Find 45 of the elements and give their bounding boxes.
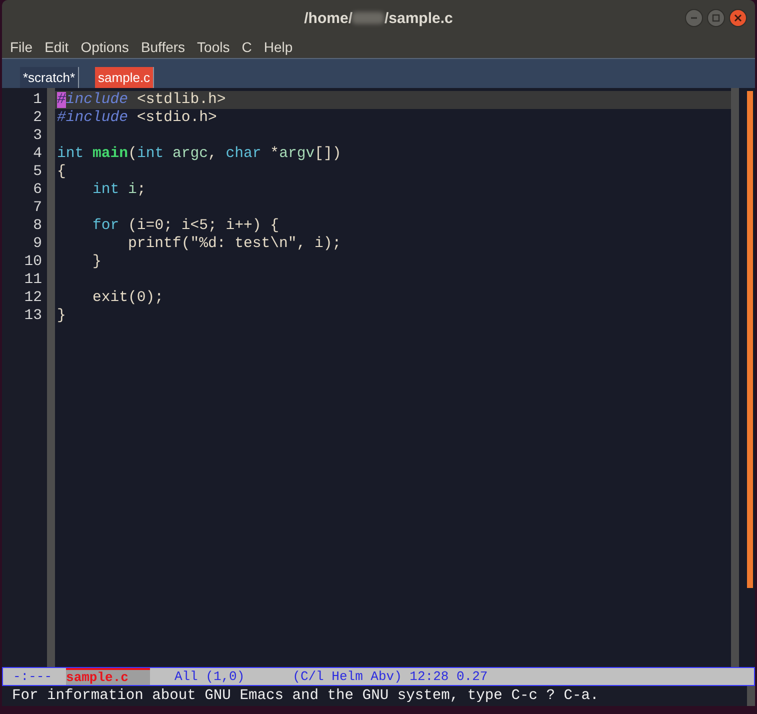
menu-item[interactable]: File	[10, 39, 33, 55]
line-number: 7	[32, 199, 43, 217]
line-number: 11	[23, 271, 43, 289]
menu-item[interactable]: Tools	[197, 39, 230, 55]
code-line: }	[92, 253, 102, 271]
line-number: 3	[32, 127, 43, 145]
close-button[interactable]	[729, 9, 747, 27]
code-line: for (i=0; i<5; i++) {	[92, 217, 280, 235]
minimize-button[interactable]	[685, 9, 703, 27]
buffer-tab[interactable]: sample.c	[95, 67, 154, 88]
cursor-position: All (1,0)	[173, 669, 245, 684]
buffer-tab[interactable]: *scratch*	[20, 67, 80, 88]
scrollbar-thumb[interactable]	[747, 91, 753, 588]
menu-item[interactable]: Options	[80, 39, 129, 55]
code-line: #include <stdio.h>	[56, 109, 218, 127]
code-line: {	[56, 163, 67, 181]
line-number: 4	[32, 145, 43, 163]
buffer-status: -:---	[12, 669, 54, 684]
line-number: 10	[23, 253, 43, 271]
code-line: exit(0);	[92, 289, 165, 307]
close-icon	[734, 14, 742, 22]
line-number: 13	[23, 307, 43, 325]
blurred-username	[352, 12, 384, 24]
window-title: /sample.c	[384, 10, 453, 26]
maximize-button[interactable]	[707, 9, 725, 27]
menu-item[interactable]: Edit	[44, 39, 69, 55]
code-line: }	[56, 307, 67, 325]
menu-item[interactable]: C	[242, 39, 252, 55]
line-number: 2	[32, 109, 43, 127]
line-number: 6	[32, 181, 43, 199]
code-line: int i;	[92, 181, 147, 199]
line-number: 12	[23, 289, 43, 307]
line-number: 1	[32, 91, 43, 109]
mode-info: (C/l Helm Abv) 12:28 0.27	[292, 669, 488, 684]
menu-item[interactable]: Help	[264, 39, 293, 55]
buffer-name: sample.c	[66, 668, 150, 685]
echo-area-message: For information about GNU Emacs and the GNU system, type C-c ? C-a.	[2, 686, 755, 706]
line-number: 9	[32, 235, 43, 253]
window-title: /home/	[304, 10, 352, 26]
maximize-icon	[712, 14, 720, 22]
line-number: 5	[32, 163, 43, 181]
code-line: int main(int argc, char *argv[])	[56, 145, 342, 163]
code-line: printf("%d: test\n", i);	[127, 235, 342, 253]
menu-item[interactable]: Buffers	[140, 39, 186, 55]
line-number: 8	[32, 217, 43, 235]
